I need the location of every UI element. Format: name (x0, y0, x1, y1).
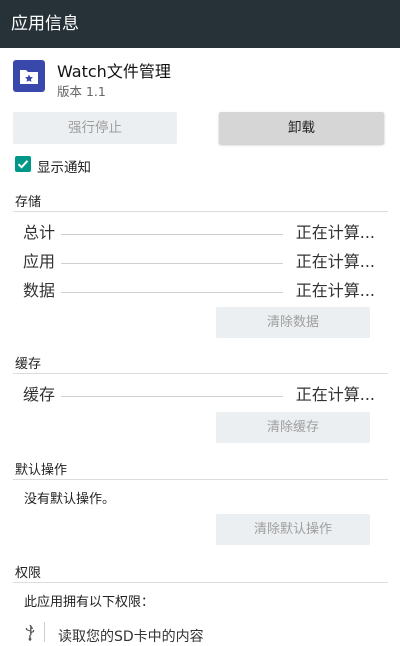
stat-label: 数据 (23, 281, 56, 300)
permission-text: 读取您的SD卡中的内容 (58, 629, 204, 645)
divider (13, 373, 388, 374)
clear-defaults-button[interactable]: 清除默认操作 (216, 514, 370, 545)
storage-row-total: 总计 正在计算... (23, 219, 375, 242)
divider (13, 211, 388, 212)
stat-value: 正在计算... (295, 223, 375, 242)
storage-row-data: 数据 正在计算... (23, 277, 375, 300)
permissions-intro: 此应用拥有以下权限： (24, 595, 155, 610)
stat-value: 正在计算... (295, 281, 375, 300)
cache-heading: 缓存 (15, 357, 42, 372)
stat-value: 正在计算... (295, 252, 375, 271)
usb-icon (25, 625, 35, 641)
stat-leader-line (61, 396, 283, 397)
app-name: Watch文件管理 (57, 62, 171, 81)
clear-data-button[interactable]: 清除数据 (216, 307, 370, 338)
force-stop-button[interactable]: 强行停止 (13, 112, 177, 144)
title-bar: 应用信息 (0, 0, 400, 48)
cache-row: 缓存 正在计算... (23, 381, 375, 404)
permission-separator (44, 622, 45, 642)
show-notifications-label: 显示通知 (37, 160, 91, 176)
no-defaults-text: 没有默认操作。 (24, 492, 116, 507)
uninstall-button[interactable]: 卸载 (219, 112, 384, 144)
clear-cache-button[interactable]: 清除缓存 (216, 412, 370, 443)
stat-leader-line (61, 292, 283, 293)
check-icon (17, 160, 29, 169)
stat-leader-line (61, 234, 283, 235)
app-header: Watch文件管理 版本 1.1 (0, 48, 400, 104)
permissions-heading: 权限 (15, 566, 42, 581)
stat-leader-line (61, 263, 283, 264)
stat-label: 应用 (23, 252, 56, 271)
stat-label: 缓存 (23, 385, 56, 404)
storage-row-app: 应用 正在计算... (23, 248, 375, 271)
folder-star-icon (13, 60, 45, 92)
defaults-heading: 默认操作 (15, 463, 68, 478)
divider (13, 582, 388, 583)
page-title: 应用信息 (11, 14, 79, 34)
storage-heading: 存储 (15, 195, 42, 210)
stat-value: 正在计算... (295, 385, 375, 404)
stat-label: 总计 (23, 223, 56, 242)
permission-item: 读取您的SD卡中的内容 (22, 622, 382, 645)
show-notifications-checkbox[interactable] (15, 156, 31, 172)
app-version: 版本 1.1 (57, 84, 106, 99)
divider (13, 479, 388, 480)
